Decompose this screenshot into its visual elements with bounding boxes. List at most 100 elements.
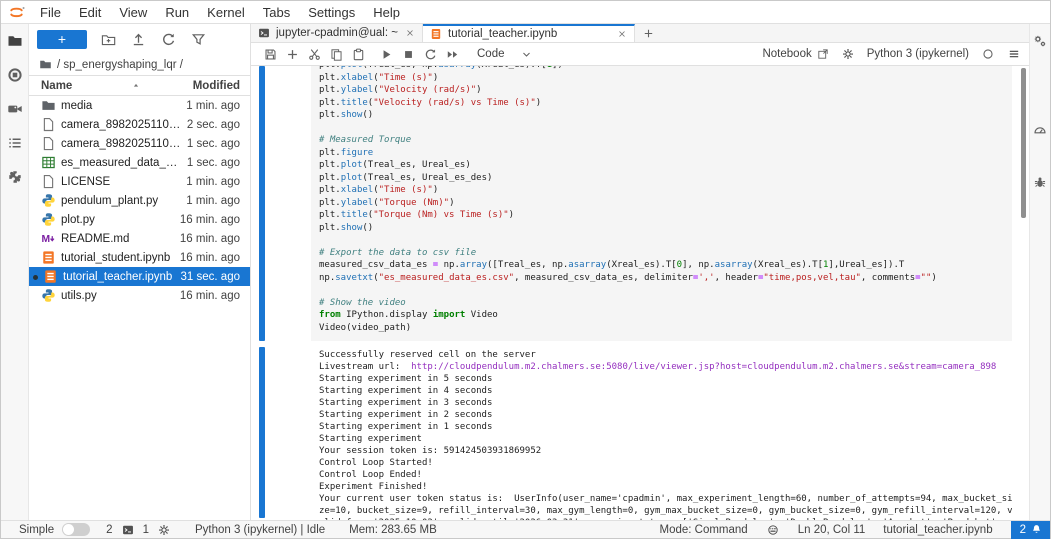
property-inspector-icon[interactable] (1030, 31, 1050, 51)
file-row[interactable]: LICENSE 1 min. ago (29, 172, 250, 191)
gear-icon[interactable] (841, 47, 855, 61)
notebook-mode-label: Notebook (762, 48, 812, 60)
file-row[interactable]: M README.md 16 min. ago (29, 229, 250, 248)
refresh-icon[interactable] (159, 30, 177, 48)
new-folder-icon[interactable] (99, 30, 117, 48)
file-row[interactable]: pendulum_plant.py 1 min. ago (29, 191, 250, 210)
hamburger-menu-icon[interactable] (1007, 47, 1021, 61)
line-col-indicator[interactable]: Ln 20, Col 11 (798, 524, 866, 536)
simple-mode-toggle[interactable] (62, 523, 91, 536)
mode-indicator[interactable]: Mode: Command (659, 524, 747, 536)
kernel-status[interactable]: Python 3 (ipykernel) | Idle (195, 524, 325, 536)
run-cell-icon[interactable] (375, 45, 397, 63)
copy-cell-icon[interactable] (325, 45, 347, 63)
file-modified: 1 min. ago (186, 175, 240, 188)
file-modified: 16 min. ago (179, 232, 240, 245)
restart-kernel-icon[interactable] (419, 45, 441, 63)
dashboard-icon[interactable] (1030, 120, 1050, 140)
new-tab-button[interactable] (635, 24, 661, 42)
file-row[interactable]: camera_89820251104-0... 2 sec. ago (29, 115, 250, 134)
menu-bar: File Edit View Run Kernel Tabs Settings Help (1, 1, 1050, 24)
menu-file[interactable]: File (31, 5, 70, 20)
file-row[interactable]: tutorial_teacher.ipynb 31 sec. ago (29, 267, 250, 286)
column-modified[interactable]: Modified (193, 80, 240, 92)
cell-collapser-output[interactable] (259, 347, 265, 518)
file-modified: 1 sec. ago (186, 156, 240, 169)
code-lines: plt.plot(Treal_es, np.asarray(Xreal_es).… (319, 66, 1004, 334)
menu-help[interactable]: Help (364, 5, 409, 20)
left-activity-bar (1, 24, 29, 520)
menu-kernel[interactable]: Kernel (198, 5, 254, 20)
terminals-count[interactable]: 2 (106, 524, 112, 536)
file-modified: 31 sec. ago (180, 270, 240, 283)
notifications-badge[interactable]: 2 (1010, 520, 1050, 539)
menu-edit[interactable]: Edit (70, 5, 110, 20)
notebook-icon (43, 269, 58, 284)
file-modified: 1 sec. ago (186, 137, 240, 150)
notebook-icon (41, 250, 56, 265)
add-cell-icon[interactable] (281, 45, 303, 63)
breadcrumb[interactable]: / sp_energyshaping_lqr / (29, 54, 250, 75)
cell-collapser-input[interactable] (259, 66, 265, 341)
save-icon[interactable] (259, 45, 281, 63)
stop-kernel-icon[interactable] (397, 45, 419, 63)
file-name: tutorial_student.ipynb (61, 251, 171, 264)
notebook-scrollbar[interactable] (1021, 68, 1026, 218)
file-modified: 2 sec. ago (186, 118, 240, 131)
open-dot (33, 275, 38, 280)
python-icon (41, 288, 56, 303)
file-row[interactable]: utils.py 16 min. ago (29, 286, 250, 305)
file-row[interactable]: media 1 min. ago (29, 96, 250, 115)
close-icon[interactable] (405, 28, 415, 38)
file-name: plot.py (61, 213, 95, 226)
file-name: camera_89820251104-0... (61, 118, 181, 131)
notebook-mode-button[interactable]: Notebook (762, 48, 828, 60)
file-row[interactable]: tutorial_student.ipynb 16 min. ago (29, 248, 250, 267)
terminal-icon[interactable] (121, 523, 135, 537)
kernels-count[interactable]: 1 (143, 524, 149, 536)
paste-cell-icon[interactable] (347, 45, 369, 63)
output-line: Your current user token status is: UserI… (319, 494, 1012, 504)
file-browser-icon[interactable] (5, 31, 25, 51)
cell-type-select[interactable]: Code (477, 48, 532, 60)
restart-run-all-icon[interactable] (441, 45, 463, 63)
tab-notebook[interactable]: tutorial_teacher.ipynb (423, 24, 635, 42)
livestream-url-link[interactable]: http://cloudpendulum.m2.chalmers.se:5080… (411, 362, 996, 372)
kernel-select[interactable]: Python 3 (ipykernel) (867, 48, 969, 60)
file-row[interactable]: plot.py 16 min. ago (29, 210, 250, 229)
kernel-gear-icon[interactable] (157, 523, 171, 537)
extensions-icon[interactable] (5, 167, 25, 187)
file-browser-panel: + / sp_energyshaping_lqr / Name Modified… (29, 24, 251, 520)
code-cell-input[interactable]: plt.plot(Treal_es, np.asarray(Xreal_es).… (311, 66, 1012, 341)
file-row[interactable]: es_measured_data_es.csv 1 sec. ago (29, 153, 250, 172)
new-launcher-button[interactable]: + (37, 29, 87, 49)
close-icon[interactable] (617, 29, 627, 39)
sort-ascending-icon (133, 83, 138, 87)
code-line: measured_csv_data_es = np.array([Treal_e… (319, 260, 905, 270)
cut-cell-icon[interactable] (303, 45, 325, 63)
upload-icon[interactable] (129, 30, 147, 48)
camera-icon[interactable] (5, 99, 25, 119)
code-line: # Export the data to csv file (319, 247, 477, 258)
column-name[interactable]: Name (41, 80, 131, 92)
file-name: pendulum_plant.py (61, 194, 159, 207)
file-row[interactable]: camera_89820251104-0... 1 sec. ago (29, 134, 250, 153)
menu-tabs[interactable]: Tabs (254, 5, 299, 20)
folder-icon (39, 58, 52, 71)
debugger-icon[interactable] (1030, 172, 1050, 192)
kernel-name: Python 3 (ipykernel) (866, 48, 969, 60)
menu-view[interactable]: View (110, 5, 156, 20)
code-line: # Measured Torque (319, 135, 412, 145)
jupyter-logo-icon (1, 6, 31, 19)
menu-settings[interactable]: Settings (299, 5, 364, 20)
running-sessions-icon[interactable] (5, 65, 25, 85)
tab-terminal[interactable]: jupyter-cpadmin@ual: ~ (251, 24, 423, 42)
table-of-contents-icon[interactable] (5, 133, 25, 153)
output-line: Successfully reserved cell on the server (319, 350, 536, 360)
external-link-icon (817, 48, 829, 60)
keyboard-icon[interactable] (766, 523, 780, 537)
kernel-status-icon[interactable] (981, 47, 995, 61)
filter-icon[interactable] (189, 30, 207, 48)
menu-run[interactable]: Run (156, 5, 198, 20)
